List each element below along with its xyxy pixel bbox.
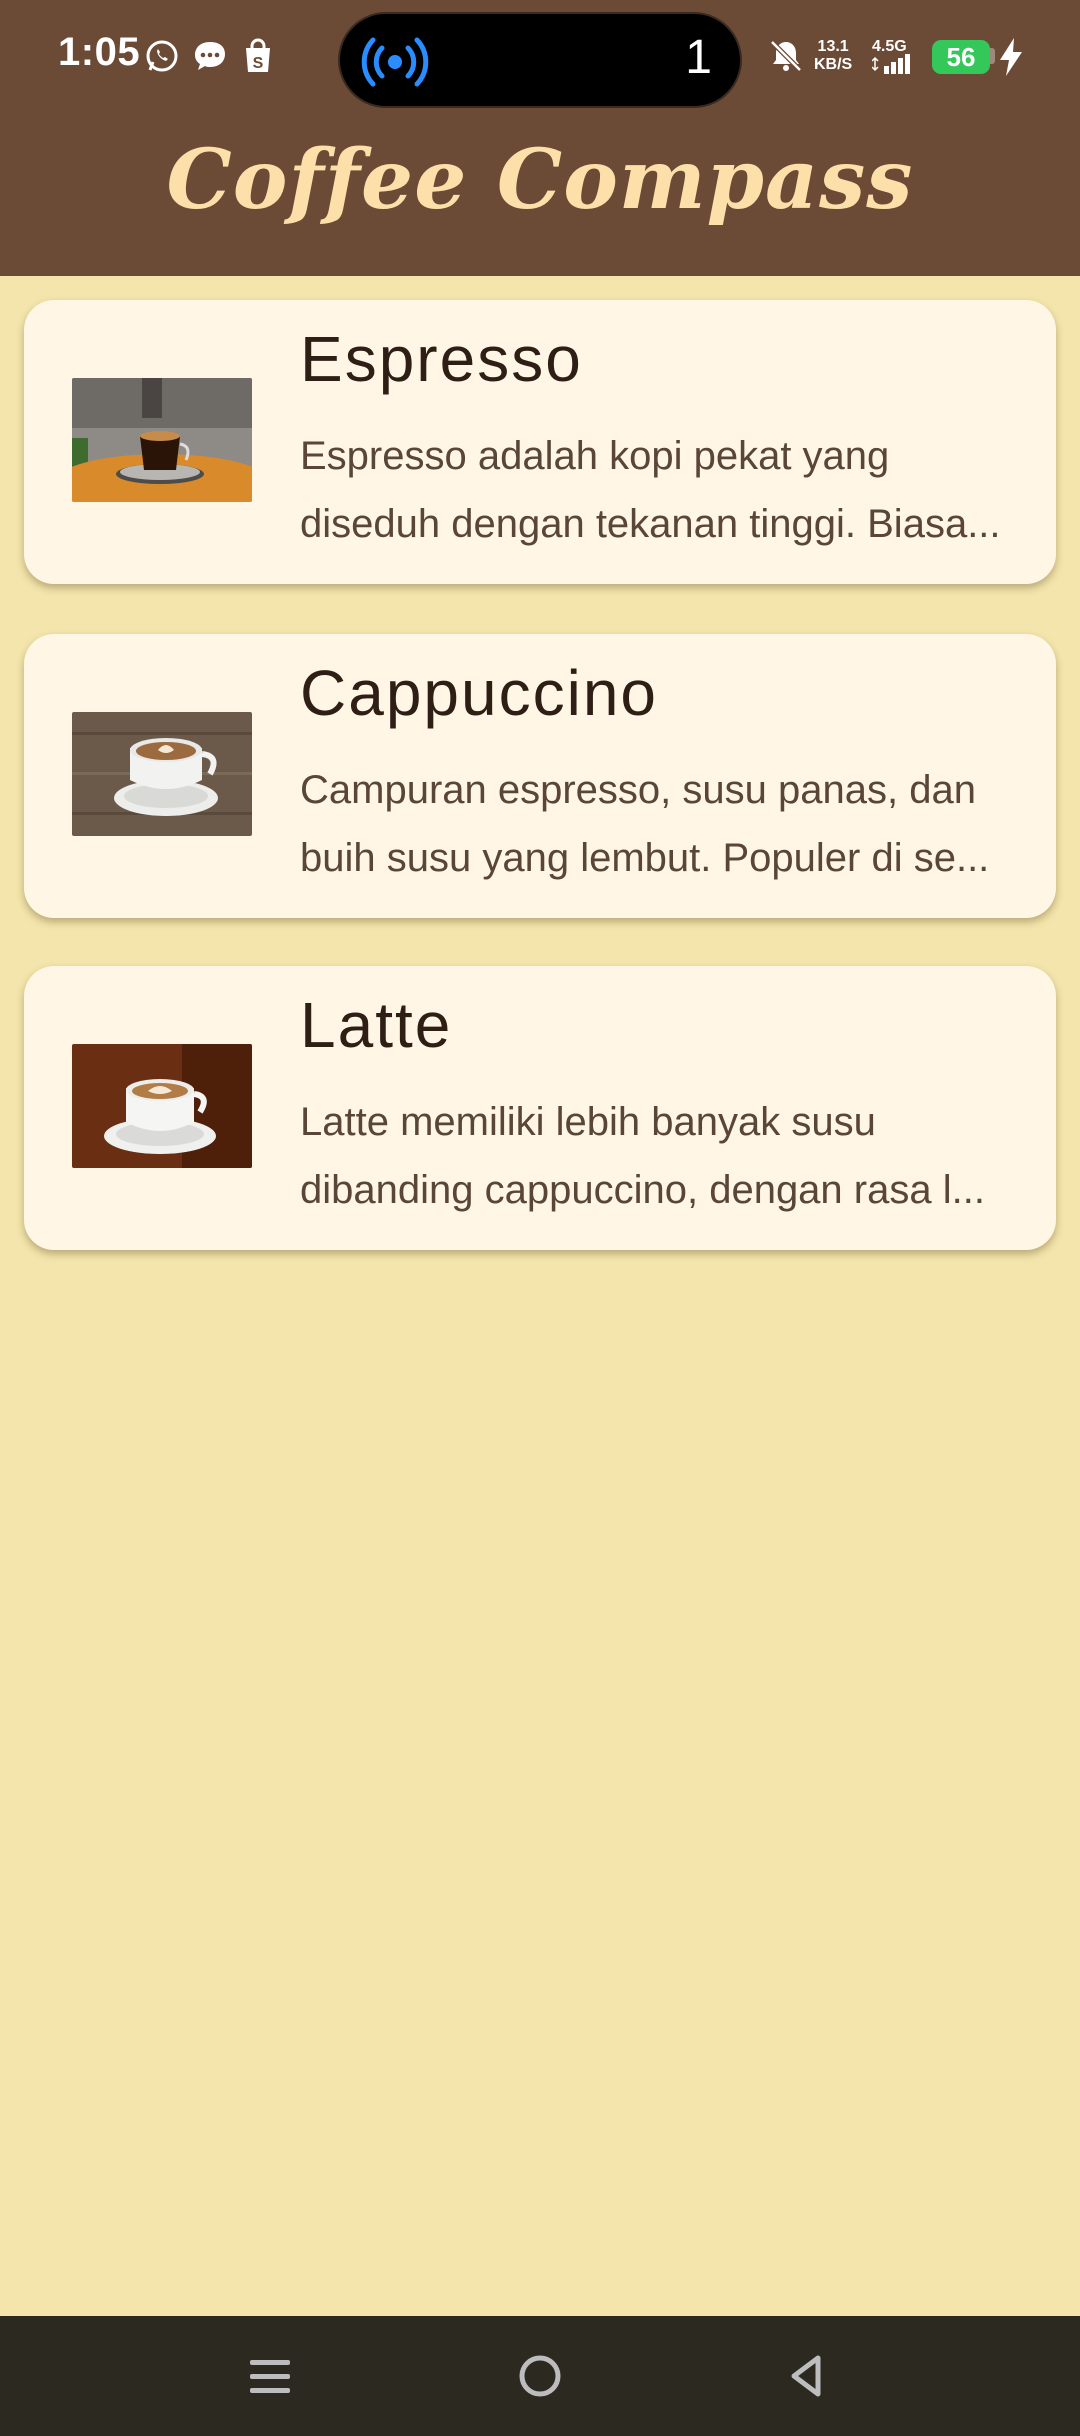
battery-cap [990, 48, 995, 64]
broadcast-icon [361, 37, 429, 87]
battery-icon: 56 [932, 40, 990, 74]
chat-bubble-icon [195, 42, 225, 70]
muted-bell-icon [770, 40, 802, 72]
coffee-card-latte[interactable]: Latte Latte memiliki lebih banyak susu d… [24, 966, 1056, 1250]
coffee-card-cappuccino[interactable]: Cappuccino Campuran espresso, susu panas… [24, 634, 1056, 918]
home-circle-icon[interactable] [510, 2346, 570, 2406]
coffee-name: Cappuccino [300, 657, 658, 729]
signal-icon [872, 54, 910, 74]
dynamic-island-pill[interactable]: 1 [338, 12, 742, 108]
coffee-description: Latte memiliki lebih banyak susu dibandi… [300, 1100, 985, 1212]
app-bar: 1:05 S 1 13.1 KB/S 4.5G 56 Coffee Compas… [0, 0, 1080, 276]
coffee-description: Espresso adalah kopi pekat yang diseduh … [300, 434, 1001, 546]
coffee-name: Espresso [300, 323, 583, 395]
coffee-description: Campuran espresso, susu panas, dan buih … [300, 768, 990, 880]
charging-bolt-icon [1000, 38, 1022, 76]
svg-text:S: S [253, 55, 264, 72]
status-bar: 1:05 S 1 13.1 KB/S 4.5G 56 [0, 0, 1080, 118]
coffee-name: Latte [300, 989, 453, 1061]
back-triangle-icon[interactable] [778, 2346, 838, 2406]
whatsapp-icon [146, 40, 178, 72]
network-speed: 13.1 KB/S [814, 38, 852, 74]
net-speed-value: 13.1 [817, 38, 849, 55]
recents-menu-icon[interactable] [240, 2346, 300, 2406]
espresso-image [72, 378, 252, 502]
status-time: 1:05 [58, 30, 141, 74]
net-speed-unit: KB/S [814, 56, 853, 73]
cappuccino-image [72, 712, 252, 836]
shopping-bag-icon: S [246, 38, 270, 72]
coffee-card-espresso[interactable]: Espresso Espresso adalah kopi pekat yang… [24, 300, 1056, 584]
latte-image [72, 1044, 252, 1168]
app-title: Coffee Compass [166, 132, 914, 228]
notification-count: 1 [685, 31, 712, 84]
system-nav-bar [0, 2316, 1080, 2436]
